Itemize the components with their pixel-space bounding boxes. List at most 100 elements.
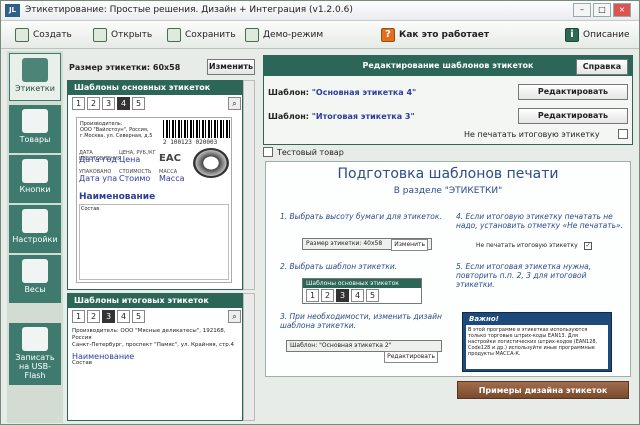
- open-button[interactable]: Открыть: [93, 26, 152, 44]
- main-templates-header: Шаблоны основных этикеток: [68, 81, 242, 95]
- c2-value: Цена: [119, 155, 141, 164]
- question-icon: ?: [381, 28, 395, 42]
- c4-value: Дата упа: [79, 174, 118, 183]
- composition-field: Состав: [79, 204, 229, 280]
- t1-value: "Основная этикетка 4": [311, 88, 417, 97]
- total-tab-3[interactable]: 3: [102, 310, 115, 323]
- side-nav: Этикетки Товары Кнопки Настройки Весы За…: [7, 51, 63, 423]
- step3-mini-text: Шаблон: "Основная этикетка 2": [290, 342, 392, 349]
- main-tab-1[interactable]: 1: [72, 97, 85, 110]
- window-title: Этикетирование: Простые решения. Дизайн …: [25, 5, 353, 15]
- main-tab-5[interactable]: 5: [132, 97, 145, 110]
- description-button[interactable]: i Описание: [565, 26, 630, 44]
- c5-value: Стоимо: [119, 174, 151, 183]
- total-tab-4[interactable]: 4: [117, 310, 130, 323]
- toolbar: Создать Открыть Сохранить Демо-режим ? Ка…: [1, 21, 639, 49]
- mini-tab-5[interactable]: 5: [366, 289, 379, 302]
- total-line1: Производитель: ООО "Мясные деликатесы", …: [72, 328, 226, 341]
- mini-tab-3[interactable]: 3: [336, 289, 349, 302]
- open-label: Открыть: [111, 30, 153, 40]
- new-file-icon: [15, 28, 29, 42]
- step4: 4. Если итоговую этикетку печатать не на…: [456, 212, 624, 230]
- c1-value: Дата год: [79, 155, 117, 164]
- barcode-image: [163, 120, 231, 138]
- zoom-icon-2[interactable]: ⌕: [228, 310, 241, 323]
- desc-label: Описание: [583, 30, 630, 40]
- instructions-card: Подготовка шаблонов печати В разделе "ЭТ…: [265, 161, 631, 377]
- examples-button[interactable]: Примеры дизайна этикеток: [457, 381, 629, 399]
- t2-label: Шаблон:: [268, 112, 309, 121]
- nav-settings[interactable]: Настройки: [9, 205, 61, 253]
- keys-icon: [22, 159, 48, 183]
- edit-total-button[interactable]: Редактировать: [518, 108, 628, 124]
- total-tab-5[interactable]: 5: [132, 310, 145, 323]
- total-templates-header: Шаблоны итоговых этикеток: [68, 294, 242, 308]
- save-label: Сохранить: [185, 30, 236, 40]
- main-tab-2[interactable]: 2: [87, 97, 100, 110]
- nav-settings-text: Настройки: [12, 235, 58, 244]
- total-scrollbar[interactable]: [243, 293, 255, 421]
- t2-value: "Итоговая этикетка 3": [311, 112, 415, 121]
- mini-tab-4[interactable]: 4: [351, 289, 364, 302]
- barcode-number: 2 100123 020003: [163, 139, 218, 146]
- step4-mini: Не печатать итоговую этикетку: [476, 242, 578, 249]
- create-button[interactable]: Создать: [15, 26, 72, 44]
- main-tab-4[interactable]: 4: [117, 97, 130, 110]
- note-text: В этой программе в этикетках используютс…: [466, 325, 608, 369]
- demo-label: Демо-режим: [263, 30, 324, 40]
- cart-icon: [22, 109, 48, 133]
- scales-icon: [22, 259, 48, 283]
- edit-panel: Редактирование шаблонов этикеток Справка…: [263, 55, 633, 145]
- nav-goods-text: Товары: [19, 135, 51, 144]
- demo-mode-button[interactable]: Демо-режим: [245, 26, 323, 44]
- test-goods-label: Тестовый товар: [277, 148, 344, 157]
- nav-usb-text: Записать на USB-Flash: [15, 353, 55, 380]
- main-template-tabs: 12345: [68, 95, 242, 112]
- nav-usb[interactable]: Записать на USB-Flash: [9, 323, 61, 385]
- edit-main-button[interactable]: Редактировать: [518, 84, 628, 100]
- mini-tab-1[interactable]: 1: [306, 289, 319, 302]
- create-label: Создать: [33, 30, 72, 40]
- card-subtitle: В разделе "ЭТИКЕТКИ": [393, 186, 503, 196]
- help-button[interactable]: Справка: [576, 59, 628, 75]
- change-size-button[interactable]: Изменить: [207, 59, 255, 75]
- total-template-row: Шаблон: "Итоговая этикетка 3": [268, 112, 415, 121]
- total-preview[interactable]: Производитель: ООО "Мясные деликатесы", …: [72, 328, 240, 416]
- save-button[interactable]: Сохранить: [167, 26, 236, 44]
- save-icon: [167, 28, 181, 42]
- step5: 5. Если итоговая этикетка нужна, повтори…: [456, 262, 592, 289]
- nav-buttons[interactable]: Кнопки: [9, 155, 61, 203]
- nav-goods[interactable]: Товары: [9, 105, 61, 153]
- main-tab-3[interactable]: 3: [102, 97, 115, 110]
- total-composition: Состав: [72, 360, 93, 366]
- label-preview[interactable]: Производитель: ООО "Вайлстоун", Россия, …: [76, 117, 232, 283]
- nav-labels-text: Этикетки: [15, 84, 55, 93]
- title-bar: JL Этикетирование: Простые решения. Диза…: [1, 1, 639, 21]
- total-name: Наименование: [72, 352, 135, 361]
- maximize-icon[interactable]: □: [593, 3, 611, 17]
- nav-labels[interactable]: Этикетки: [9, 53, 61, 101]
- labels-icon: [22, 58, 48, 82]
- close-icon[interactable]: ×: [613, 3, 631, 17]
- how-it-works-button[interactable]: ? Как это работает: [381, 26, 489, 44]
- sliders-icon: [22, 209, 48, 233]
- info-icon: i: [565, 28, 579, 42]
- step1-mini: Размер этикетки: 40x58 Изменить: [302, 238, 432, 251]
- note-box: Важно! В этой программе в этикетках испо…: [462, 312, 612, 372]
- total-tab-2[interactable]: 2: [87, 310, 100, 323]
- test-goods-checkbox[interactable]: [263, 147, 273, 157]
- mini-tab-2[interactable]: 2: [321, 289, 334, 302]
- total-templates-panel: Шаблоны итоговых этикеток 12345 ⌕ Произв…: [67, 293, 243, 421]
- nav-scales-text: Весы: [24, 285, 46, 294]
- main-templates-panel: Шаблоны основных этикеток 12345 ⌕ Произв…: [67, 80, 243, 290]
- step4-check-icon: ✓: [584, 242, 592, 250]
- name-field: Наименование: [79, 192, 156, 202]
- total-tab-1[interactable]: 1: [72, 310, 85, 323]
- step2-mini-hdr: Шаблоны основных этикеток: [303, 279, 421, 288]
- nav-scales[interactable]: Весы: [9, 255, 61, 303]
- t1-label: Шаблон:: [268, 88, 309, 97]
- main-scrollbar[interactable]: [243, 80, 255, 290]
- no-print-checkbox[interactable]: [618, 129, 628, 139]
- zoom-icon[interactable]: ⌕: [228, 97, 241, 110]
- minimize-icon[interactable]: –: [573, 3, 591, 17]
